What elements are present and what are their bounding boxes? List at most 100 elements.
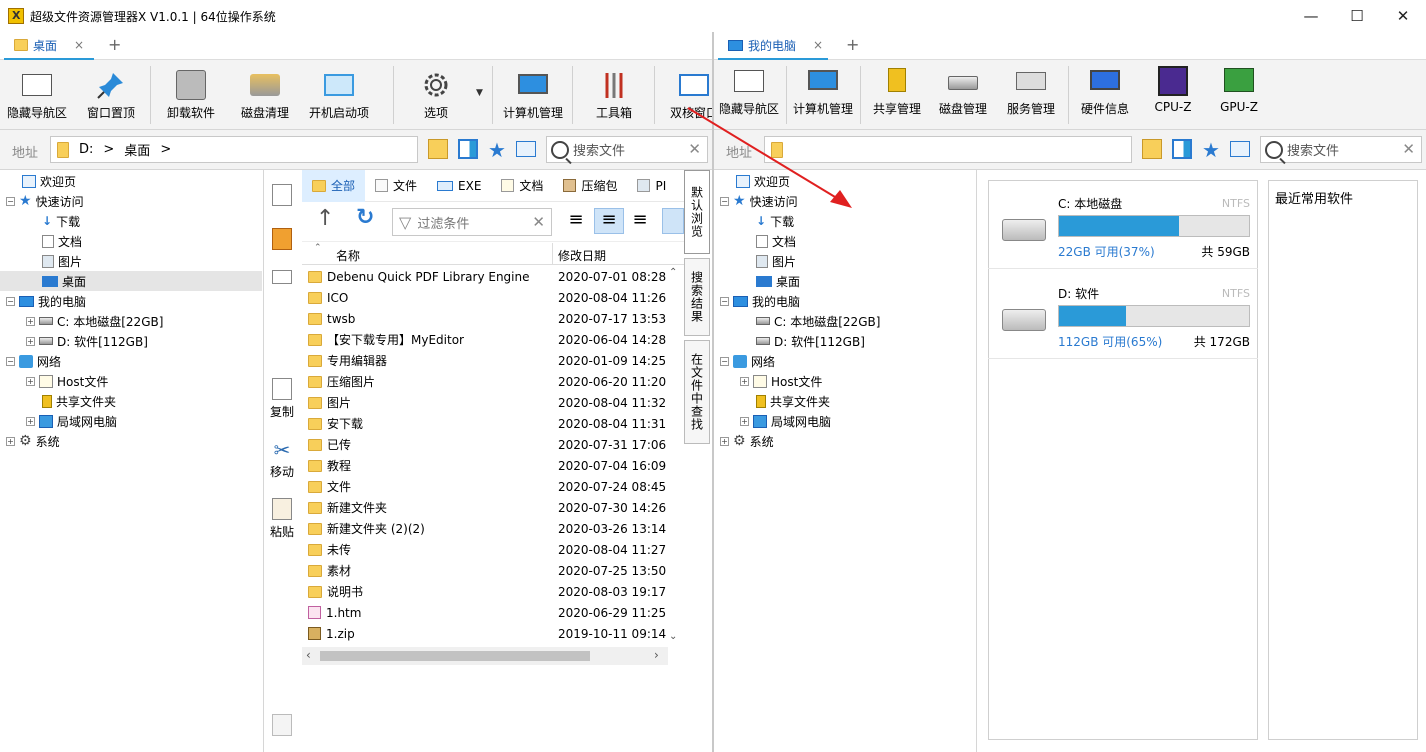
tab-exe[interactable]: EXE [427, 170, 491, 202]
address-separator[interactable]: > [160, 142, 171, 157]
minimize-button[interactable]: — [1288, 0, 1334, 32]
tab-all[interactable]: 全部 [302, 169, 366, 202]
drive-card[interactable]: C: 本地磁盘 NTFS 22GB 可用(37%) 共 59GB [988, 183, 1258, 269]
expand-icon[interactable]: + [26, 416, 35, 426]
column-divider[interactable] [552, 243, 553, 265]
address-folder[interactable]: 桌面 [124, 140, 150, 159]
clear-search-icon[interactable]: ✕ [1402, 140, 1415, 158]
align-left-icon[interactable]: ≡ [564, 210, 588, 232]
column-date[interactable]: 修改日期 [558, 247, 606, 264]
scroll-thumb[interactable] [320, 651, 590, 661]
move-button[interactable]: ✂ 移动 [264, 438, 300, 480]
tree-item-welcome[interactable]: 欢迎页 [22, 171, 76, 191]
uninstall-button[interactable]: 卸载软件 [152, 60, 230, 130]
tree-item-desktop[interactable]: 桌面 [756, 271, 800, 291]
refresh-icon[interactable]: ↻ [356, 205, 374, 230]
tree-item-system[interactable]: + ⚙ 系统 [720, 431, 774, 451]
collapse-icon[interactable]: − [6, 356, 15, 366]
tree-item-drive-d[interactable]: + D: 软件[112GB] [26, 331, 148, 351]
terminal-icon[interactable] [516, 141, 536, 157]
new-tab-button[interactable]: + [846, 35, 859, 54]
collapse-icon[interactable]: − [6, 296, 15, 306]
tree-item-downloads[interactable]: ↓ 下载 [42, 211, 80, 231]
tree-item-lan-computers[interactable]: + 局域网电脑 [740, 411, 831, 431]
address-input[interactable]: D: > 桌面 > [50, 136, 418, 163]
table-row[interactable]: 新建文件夹 2020-07-30 14:26 [302, 497, 682, 518]
tree-item-quick-access[interactable]: − ★ 快速访问 [6, 191, 84, 211]
address-drive[interactable]: D: [79, 142, 93, 157]
cpu-z-button[interactable]: CPU-Z [1140, 60, 1206, 130]
table-row[interactable]: Debenu Quick PDF Library Engine 2020-07-0… [302, 266, 682, 287]
table-row[interactable]: twsb 2020-07-17 13:53 [302, 308, 682, 329]
expand-icon[interactable]: + [740, 416, 749, 426]
terminal-icon[interactable] [1230, 141, 1250, 157]
tab-my-computer[interactable]: 我的电脑 × [718, 32, 828, 60]
table-row[interactable]: 专用编辑器 2020-01-09 14:25 [302, 350, 682, 371]
tree-item-shared-folder[interactable]: 共享文件夹 [42, 391, 116, 411]
tree-item-drive-c[interactable]: + C: 本地磁盘[22GB] [26, 311, 163, 331]
tree-item-network[interactable]: − 网络 [6, 351, 61, 371]
new-archive-button[interactable] [264, 228, 300, 253]
horizontal-scrollbar[interactable]: ‹ › [302, 647, 668, 665]
table-row[interactable]: ICO 2020-08-04 11:26 [302, 287, 682, 308]
tab-pictures[interactable]: PI [627, 170, 666, 202]
hardware-info-button[interactable]: 硬件信息 [1072, 60, 1138, 130]
tab-search-results[interactable]: 搜索结果 [684, 258, 710, 336]
expand-icon[interactable]: + [26, 376, 35, 386]
table-row[interactable]: 说明书 2020-08-03 19:17 [302, 581, 682, 602]
tab-desktop[interactable]: 桌面 × [4, 32, 94, 60]
pin-window-button[interactable]: 窗口置顶 [74, 60, 148, 130]
address-separator[interactable]: > [103, 142, 114, 157]
favorite-star-icon[interactable]: ★ [488, 138, 506, 162]
table-row[interactable]: 1.htm 2020-06-29 11:25 [302, 602, 682, 623]
computer-manage-button[interactable]: 计算机管理 [496, 60, 570, 130]
drive-card[interactable]: D: 软件 NTFS 112GB 可用(65%) 共 172GB [988, 273, 1258, 359]
tree-item-drive-d[interactable]: D: 软件[112GB] [756, 331, 865, 351]
table-row[interactable]: 1.zip 2019-10-11 09:14 [302, 623, 682, 644]
options-button[interactable]: 选项 [400, 60, 472, 130]
copy-button[interactable]: 复制 [264, 378, 300, 420]
up-arrow-icon[interactable]: ↑ [316, 206, 334, 231]
tab-find-in-files[interactable]: 在文件中查找 [684, 340, 710, 444]
scroll-right-icon[interactable]: › [654, 648, 659, 662]
tree-item-documents[interactable]: 文档 [756, 231, 796, 251]
tab-documents[interactable]: 文档 [491, 170, 553, 202]
close-button[interactable]: ✕ [1380, 0, 1426, 32]
align-right-icon[interactable]: ≡ [628, 210, 652, 232]
tree-item-pictures[interactable]: 图片 [42, 251, 82, 271]
collapse-icon[interactable]: − [720, 296, 729, 306]
new-tab-button[interactable]: + [108, 35, 121, 54]
filter-input[interactable]: ▽ 过滤条件 ✕ [392, 208, 552, 236]
share-manage-button[interactable]: 共享管理 [864, 60, 930, 130]
new-folder-button[interactable] [264, 184, 300, 209]
expand-icon[interactable]: + [740, 376, 749, 386]
vertical-scrollbar[interactable]: ⌃ ⌄ [666, 265, 682, 647]
tab-archives[interactable]: 压缩包 [553, 170, 627, 202]
service-manage-button[interactable]: 服务管理 [998, 60, 1064, 130]
tree-item-network[interactable]: − 网络 [720, 351, 775, 371]
expand-icon[interactable]: + [6, 436, 15, 446]
align-center-icon[interactable]: ≡ [594, 208, 624, 234]
tab-files[interactable]: 文件 [365, 170, 427, 202]
hide-nav-button[interactable]: 隐藏导航区 [0, 60, 74, 130]
gpu-z-button[interactable]: GPU-Z [1206, 60, 1272, 130]
scroll-left-icon[interactable]: ‹ [306, 648, 311, 662]
tree-item-host-file[interactable]: + Host文件 [740, 371, 822, 391]
tree-item-desktop[interactable]: 桌面 [0, 271, 262, 291]
table-row[interactable]: 安下载 2020-08-04 11:31 [302, 413, 682, 434]
tab-close-icon[interactable]: × [74, 38, 84, 52]
tree-item-host-file[interactable]: + Host文件 [26, 371, 108, 391]
scroll-down-icon[interactable]: ⌄ [669, 631, 677, 642]
disk-clean-button[interactable]: 磁盘清理 [230, 60, 300, 130]
expand-icon[interactable]: + [26, 336, 35, 346]
tree-item-documents[interactable]: 文档 [42, 231, 82, 251]
tree-item-system[interactable]: + ⚙ 系统 [6, 431, 60, 451]
paste-button[interactable]: 粘贴 [264, 498, 300, 540]
favorite-star-icon[interactable]: ★ [1202, 138, 1220, 162]
clear-filter-icon[interactable]: ✕ [532, 213, 545, 231]
expand-icon[interactable]: + [720, 436, 729, 446]
expand-icon[interactable]: + [26, 316, 35, 326]
tree-item-pictures[interactable]: 图片 [756, 251, 796, 271]
up-folder-icon[interactable] [428, 139, 448, 159]
clipboard-button[interactable] [264, 714, 300, 739]
